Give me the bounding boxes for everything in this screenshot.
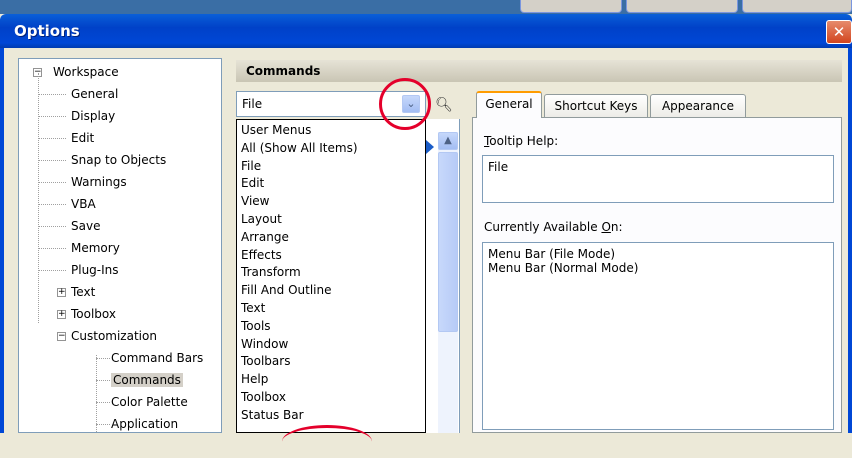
tree-connector: [38, 138, 66, 139]
tree-item-save[interactable]: Save: [71, 219, 100, 233]
window-title: Options: [14, 22, 80, 40]
tree-item-vba[interactable]: VBA: [71, 197, 96, 211]
tree-connector: [96, 424, 110, 425]
tree-item-text[interactable]: Text: [71, 285, 95, 299]
dropdown-item[interactable]: File: [241, 159, 261, 173]
dropdown-item[interactable]: Effects: [241, 248, 282, 262]
dropdown-item[interactable]: All (Show All Items): [241, 141, 358, 155]
tree-connector: [38, 160, 66, 161]
collapse-icon[interactable]: −: [57, 332, 66, 341]
tree-item-toolbox[interactable]: Toolbox: [71, 307, 116, 321]
top-strip: [0, 0, 852, 14]
currently-available-list[interactable]: Menu Bar (File Mode) Menu Bar (Normal Mod…: [482, 242, 834, 430]
dropdown-item[interactable]: Edit: [241, 176, 264, 190]
annotation-arc: [282, 425, 372, 458]
list-item[interactable]: Menu Bar (Normal Mode): [488, 261, 828, 275]
combo-value: File: [242, 97, 263, 111]
tooltip-help-field[interactable]: File: [482, 155, 834, 203]
dropdown-item[interactable]: Fill And Outline: [241, 283, 332, 297]
list-selection-pointer: [426, 140, 434, 154]
tooltip-help-label: Tooltip Help:: [484, 134, 559, 148]
tab-appearance[interactable]: Appearance: [650, 94, 746, 118]
background-button: [742, 0, 852, 13]
expand-icon[interactable]: +: [57, 310, 66, 319]
tree-connector: [38, 270, 66, 271]
dropdown-item[interactable]: Window: [241, 337, 288, 351]
currently-available-label: Currently Available On:: [484, 220, 623, 234]
list-item[interactable]: Menu Bar (File Mode): [488, 247, 828, 261]
close-button[interactable]: ✕: [826, 20, 852, 44]
tree-item-customization[interactable]: Customization: [71, 329, 157, 343]
annotation-circle: [379, 78, 431, 130]
options-tree[interactable]: − Workspace General Display Edit Snap to Obje…: [18, 58, 222, 433]
tree-connector: [38, 226, 66, 227]
binoculars-icon: 🔍︎: [435, 97, 453, 113]
dropdown-item[interactable]: Help: [241, 372, 268, 386]
dropdown-item[interactable]: Transform: [241, 265, 301, 279]
tree-item-application[interactable]: Application: [111, 417, 178, 431]
tree-item-workspace[interactable]: Workspace: [53, 65, 119, 79]
dropdown-item[interactable]: Toolbars: [241, 354, 290, 368]
close-icon: ✕: [832, 23, 846, 41]
dropdown-item[interactable]: View: [241, 194, 269, 208]
dropdown-item[interactable]: Text: [241, 301, 265, 315]
tree-connector: [38, 94, 66, 95]
tree-item-commands[interactable]: Commands: [111, 373, 183, 387]
scroll-up-icon[interactable]: ▲: [438, 132, 458, 150]
tree-item-edit[interactable]: Edit: [71, 131, 94, 145]
tree-connector: [96, 355, 97, 432]
dropdown-item[interactable]: Tools: [241, 319, 271, 333]
tree-connector: [96, 358, 110, 359]
background-button: [626, 0, 738, 13]
tree-connector: [96, 380, 110, 381]
tree-item-display[interactable]: Display: [71, 109, 115, 123]
tree-item-color-palette[interactable]: Color Palette: [111, 395, 188, 409]
expand-icon[interactable]: +: [57, 288, 66, 297]
tree-item-snap-to-objects[interactable]: Snap to Objects: [71, 153, 166, 167]
title-bar: Options: [0, 14, 852, 48]
dropdown-item[interactable]: Arrange: [241, 230, 289, 244]
section-header: Commands: [236, 60, 842, 82]
tree-connector: [38, 182, 66, 183]
tree-connector: [38, 204, 66, 205]
tree-connector: [38, 73, 39, 323]
tree-item-general[interactable]: General: [71, 87, 118, 101]
scroll-thumb[interactable]: [438, 152, 458, 332]
background-button: [520, 0, 622, 13]
tree-connector: [96, 402, 110, 403]
tree-item-plug-ins[interactable]: Plug-Ins: [71, 263, 119, 277]
dropdown-item[interactable]: Layout: [241, 212, 282, 226]
tree-item-command-bars[interactable]: Command Bars: [111, 351, 203, 365]
category-dropdown-list[interactable]: User Menus All (Show All Items) File Edit Vi…: [236, 119, 426, 433]
dropdown-item[interactable]: Toolbox: [241, 390, 286, 404]
tree-item-memory[interactable]: Memory: [71, 241, 120, 255]
tab-general[interactable]: General: [476, 91, 542, 118]
find-button[interactable]: 🔍︎: [430, 93, 458, 117]
tree-item-warnings[interactable]: Warnings: [71, 175, 127, 189]
dropdown-item[interactable]: User Menus: [241, 123, 311, 137]
dropdown-item[interactable]: Status Bar: [241, 408, 304, 422]
tree-connector: [38, 248, 66, 249]
tab-shortcut-keys[interactable]: Shortcut Keys: [544, 94, 648, 118]
tree-connector: [38, 116, 66, 117]
command-list-scrollbar[interactable]: ▲: [438, 132, 458, 433]
